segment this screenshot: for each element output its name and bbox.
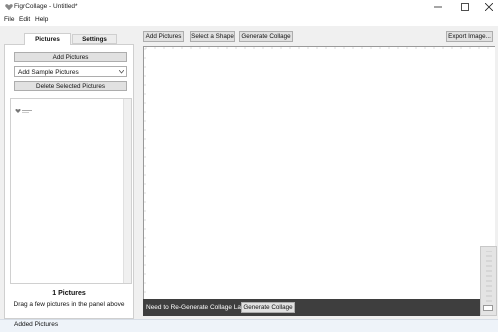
ruler-left [144, 48, 146, 293]
status-text: Added Pictures [14, 321, 59, 328]
maximize-icon [461, 3, 469, 11]
ruler-top [145, 47, 489, 49]
heart-icon [5, 4, 13, 11]
menu-edit[interactable]: Edit [19, 16, 30, 23]
zoom-slider[interactable] [480, 246, 497, 316]
bottom-generate-collage-button[interactable]: Generate Collage [241, 302, 295, 313]
sample-pictures-select[interactable]: Add Sample Pictures [14, 66, 127, 77]
picture-thumbnail[interactable] [15, 107, 33, 115]
delete-selected-button[interactable]: Delete Selected Pictures [14, 81, 127, 91]
close-icon [485, 3, 493, 11]
pictures-count: 1 Pictures [52, 290, 86, 297]
minimize-icon [434, 6, 442, 8]
heart-logo-icon [15, 109, 32, 113]
tab-settings[interactable]: Settings [72, 34, 117, 44]
sample-pictures-value: Add Sample Pictures [18, 68, 79, 76]
add-pictures-button[interactable]: Add Pictures [14, 52, 127, 62]
menu-help[interactable]: Help [35, 16, 48, 23]
pictures-list-scrollbar[interactable] [123, 99, 131, 283]
close-button[interactable] [477, 0, 498, 14]
tab-pictures[interactable]: Pictures [24, 33, 71, 45]
minimize-button[interactable] [426, 0, 450, 14]
select-shape-button[interactable]: Select a Shape [190, 31, 235, 42]
drag-hint: Drag a few pictures in the panel above [13, 301, 125, 308]
generate-collage-button[interactable]: Generate Collage [239, 31, 293, 42]
toolbar-add-pictures-button[interactable]: Add Pictures [143, 31, 184, 42]
window-title: FigrCollage - Untitled* [14, 3, 78, 10]
collage-canvas[interactable] [143, 46, 495, 299]
export-image-button[interactable]: Export Image... [446, 31, 493, 42]
pictures-list[interactable] [10, 98, 132, 284]
menu-file[interactable]: File [4, 16, 14, 23]
zoom-slider-ticks [486, 251, 492, 302]
maximize-button[interactable] [453, 0, 477, 14]
chevron-down-icon [119, 70, 124, 74]
zoom-slider-thumb[interactable] [483, 305, 493, 311]
regenerate-message: Need to Re-Generate Collage Layout [146, 304, 254, 311]
menu-bar [0, 14, 498, 26]
status-bar [0, 319, 498, 332]
